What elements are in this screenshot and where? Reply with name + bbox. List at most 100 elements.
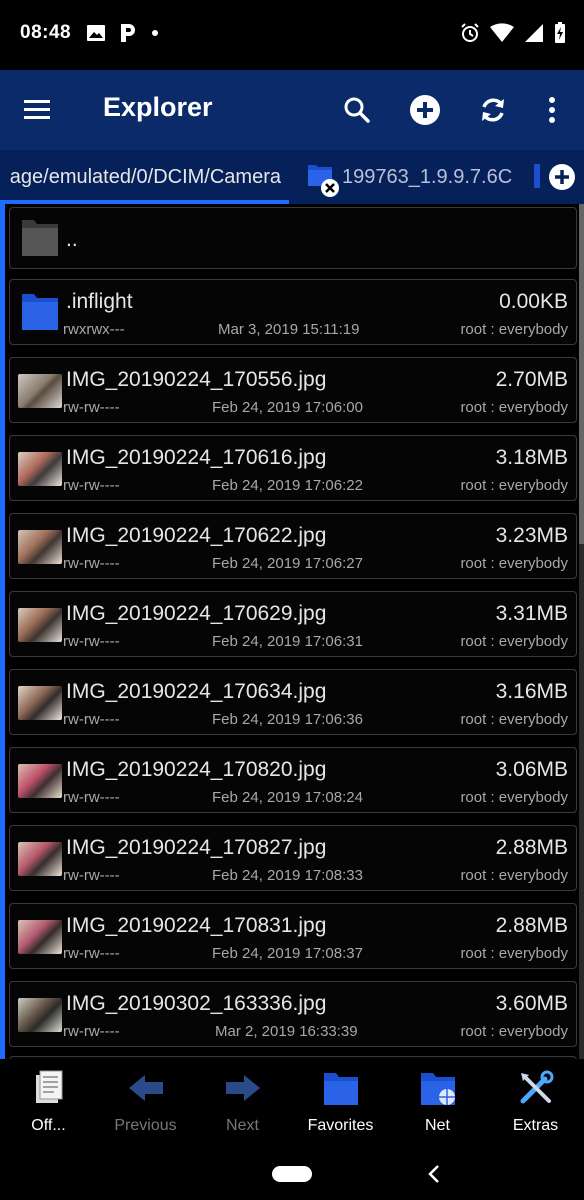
status-bar: 08:48 bbox=[0, 0, 584, 70]
file-date: Feb 24, 2019 17:06:27 bbox=[212, 555, 363, 572]
home-gesture-pill[interactable] bbox=[272, 1166, 312, 1182]
tab-label: 199763_1.9.9.7.6C bbox=[342, 166, 513, 188]
scrollbar-thumb[interactable] bbox=[579, 204, 584, 544]
close-tab-icon[interactable] bbox=[320, 178, 340, 198]
folder-icon bbox=[22, 294, 58, 330]
file-name: IMG_20190224_170820.jpg bbox=[66, 758, 327, 781]
more-vertical-icon bbox=[549, 97, 555, 123]
list-item[interactable]: IMG_20190224_170820.jpg 3.06MB rw-rw----… bbox=[9, 747, 577, 813]
image-thumbnail bbox=[18, 530, 62, 564]
refresh-button[interactable] bbox=[473, 90, 513, 130]
refresh-icon bbox=[482, 98, 504, 122]
dot-notification-icon bbox=[152, 30, 158, 36]
wifi-icon bbox=[490, 23, 514, 42]
office-label: Off... bbox=[31, 1117, 66, 1134]
file-owner: root : everybody bbox=[460, 399, 568, 416]
file-permissions: rw-rw---- bbox=[63, 399, 120, 416]
favorites-label: Favorites bbox=[307, 1117, 374, 1134]
file-size: 3.23MB bbox=[495, 524, 568, 547]
file-name: IMG_20190224_170827.jpg bbox=[66, 836, 327, 859]
previous-label: Previous bbox=[114, 1117, 177, 1134]
back-chevron-icon[interactable] bbox=[424, 1162, 444, 1186]
p-notification-icon bbox=[121, 24, 135, 42]
tools-icon bbox=[520, 1070, 554, 1104]
file-permissions: rw-rw---- bbox=[63, 867, 120, 884]
status-time: 08:48 bbox=[20, 22, 72, 43]
file-owner: root : everybody bbox=[460, 867, 568, 884]
add-circle-icon bbox=[410, 95, 440, 125]
image-thumbnail bbox=[18, 998, 62, 1032]
list-item[interactable]: IMG_20190224_170831.jpg 2.88MB rw-rw----… bbox=[9, 903, 577, 969]
file-size: 2.88MB bbox=[495, 914, 568, 937]
list-item[interactable]: IMG_20190224_170827.jpg 2.88MB rw-rw----… bbox=[9, 825, 577, 891]
list-item[interactable]: .inflight 0.00KB rwxrwx--- Mar 3, 2019 1… bbox=[9, 279, 577, 345]
app-toolbar: Explorer bbox=[0, 70, 584, 150]
list-item[interactable]: IMG_20190302_163336.jpg 3.60MB rw-rw----… bbox=[9, 981, 577, 1047]
parent-folder-row[interactable]: .. bbox=[9, 207, 577, 269]
tab-apk-folder[interactable]: 199763_1.9.9.7.6C bbox=[300, 150, 530, 204]
parent-folder-icon bbox=[22, 220, 58, 256]
list-item[interactable]: IMG_20190224_170622.jpg 3.23MB rw-rw----… bbox=[9, 513, 577, 579]
file-owner: root : everybody bbox=[460, 321, 568, 338]
file-date: Mar 3, 2019 15:11:19 bbox=[218, 321, 360, 338]
overflow-menu-button[interactable] bbox=[532, 90, 572, 130]
office-button[interactable]: Off... bbox=[0, 1067, 97, 1139]
file-owner: root : everybody bbox=[460, 633, 568, 650]
net-label: Net bbox=[425, 1117, 450, 1134]
file-date: Feb 24, 2019 17:06:00 bbox=[212, 399, 363, 416]
list-item[interactable]: IMG_20190224_170616.jpg 3.18MB rw-rw----… bbox=[9, 435, 577, 501]
image-thumbnail bbox=[18, 452, 62, 486]
folder-edge-icon bbox=[534, 164, 540, 188]
file-name: IMG_20190224_170616.jpg bbox=[66, 446, 327, 469]
arrow-left-icon bbox=[129, 1075, 163, 1101]
cell-signal-icon bbox=[525, 24, 543, 42]
office-documents-icon bbox=[36, 1070, 63, 1103]
file-name: .. bbox=[66, 228, 78, 251]
bottom-action-bar: Off... Previous Next Favorites Net Extra… bbox=[0, 1059, 584, 1142]
file-size: 3.18MB bbox=[495, 446, 568, 469]
list-item[interactable]: IMG_20190224_170629.jpg 3.31MB rw-rw----… bbox=[9, 591, 577, 657]
file-list[interactable]: .. .inflight 0.00KB rwxrwx--- Mar 3, 201… bbox=[0, 204, 584, 1059]
file-owner: root : everybody bbox=[460, 945, 568, 962]
file-name: .inflight bbox=[66, 290, 133, 313]
file-owner: root : everybody bbox=[460, 1023, 568, 1040]
add-button[interactable] bbox=[405, 90, 445, 130]
scrollbar-track[interactable] bbox=[579, 204, 584, 1059]
menu-button[interactable] bbox=[22, 96, 54, 124]
file-permissions: rw-rw---- bbox=[63, 555, 120, 572]
file-name: IMG_20190224_170634.jpg bbox=[66, 680, 327, 703]
file-date: Feb 24, 2019 17:08:37 bbox=[212, 945, 363, 962]
image-notification-icon bbox=[87, 25, 105, 41]
image-thumbnail bbox=[18, 842, 62, 876]
tab-camera[interactable]: age/emulated/0/DCIM/Camera bbox=[0, 150, 289, 204]
file-owner: root : everybody bbox=[460, 711, 568, 728]
previous-button[interactable]: Previous bbox=[97, 1067, 194, 1139]
next-button[interactable]: Next bbox=[194, 1067, 291, 1139]
extras-button[interactable]: Extras bbox=[487, 1067, 584, 1139]
add-circle-icon bbox=[549, 164, 575, 190]
search-icon bbox=[344, 97, 370, 123]
list-left-accent bbox=[0, 204, 5, 1059]
file-size: 3.31MB bbox=[495, 602, 568, 625]
file-permissions: rw-rw---- bbox=[63, 633, 120, 650]
search-button[interactable] bbox=[337, 90, 377, 130]
file-owner: root : everybody bbox=[460, 555, 568, 572]
file-size: 3.06MB bbox=[495, 758, 568, 781]
new-tab-button[interactable] bbox=[530, 150, 584, 204]
net-button[interactable]: Net bbox=[389, 1067, 486, 1139]
file-name: IMG_20190224_170622.jpg bbox=[66, 524, 327, 547]
image-thumbnail bbox=[18, 608, 62, 642]
list-item[interactable]: IMG_20190224_170634.jpg 3.16MB rw-rw----… bbox=[9, 669, 577, 735]
favorites-button[interactable]: Favorites bbox=[292, 1067, 389, 1139]
file-date: Mar 2, 2019 16:33:39 bbox=[215, 1023, 358, 1040]
file-name: IMG_20190224_170629.jpg bbox=[66, 602, 327, 625]
file-name: IMG_20190302_163336.jpg bbox=[66, 992, 327, 1015]
file-owner: root : everybody bbox=[460, 477, 568, 494]
file-permissions: rw-rw---- bbox=[63, 1023, 120, 1040]
file-permissions: rwxrwx--- bbox=[63, 321, 125, 338]
list-item[interactable]: IMG_20190224_170556.jpg 2.70MB rw-rw----… bbox=[9, 357, 577, 423]
file-name: IMG_20190224_170831.jpg bbox=[66, 914, 327, 937]
path-tab-bar: age/emulated/0/DCIM/Camera 199763_1.9.9.… bbox=[0, 150, 584, 204]
file-date: Feb 24, 2019 17:06:31 bbox=[212, 633, 363, 650]
file-date: Feb 24, 2019 17:06:36 bbox=[212, 711, 363, 728]
